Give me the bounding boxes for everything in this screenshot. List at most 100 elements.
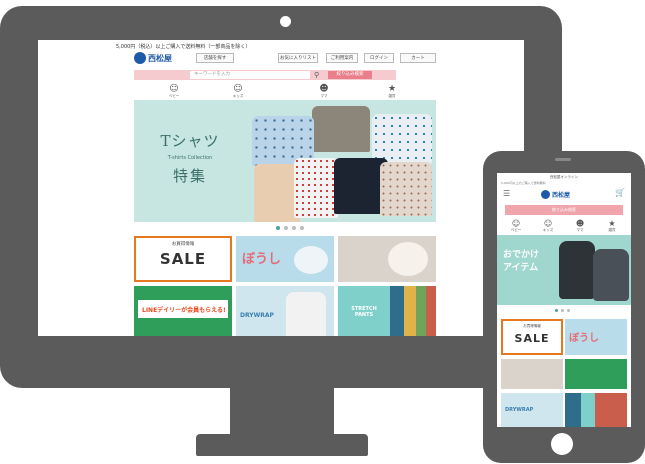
hat-tile[interactable]: ぼうし (236, 236, 334, 282)
phone-drywrap-tile[interactable]: DRYWRAP (501, 393, 563, 427)
pants-stripe (404, 286, 416, 336)
phone-header: ☰ 西松屋 🛒 (497, 187, 631, 201)
site-logo[interactable]: 西松屋 (134, 52, 172, 64)
sale-tile[interactable]: お買得情報 SALE (134, 236, 232, 282)
mama-icon: ☻ (575, 219, 585, 228)
hero-title-2: 特集 (172, 167, 207, 185)
carousel-dot[interactable] (284, 226, 288, 230)
phone-hero-text: おでかけ アイテム (503, 249, 539, 275)
login-button[interactable]: ログイン (364, 53, 394, 63)
category-kids[interactable]: ☺ キッズ (218, 84, 258, 99)
phone-sale-tile[interactable]: お買得情報 SALE (501, 319, 563, 355)
line-campaign-text: LINEデイリーが会員もらえる! (142, 307, 226, 314)
phone-home-button[interactable] (551, 433, 573, 455)
mama-icon: ☻ (319, 84, 329, 94)
phone-drywrap-label: DRYWRAP (505, 407, 534, 413)
monitor-stand-neck (230, 386, 334, 438)
carousel-dot[interactable] (292, 226, 296, 230)
phone-hat-label: ぼうし (569, 333, 599, 344)
stretch-pants-tile[interactable]: STRETCH PANTS (338, 286, 390, 336)
search-input[interactable]: キーワードを入力 (190, 71, 310, 79)
carousel-dot[interactable] (300, 226, 304, 230)
phone-logo[interactable]: 西松屋 (541, 190, 570, 199)
pants-image-tile[interactable] (390, 286, 436, 336)
category-label: ママ (576, 228, 584, 232)
hero-subtitle: T-shirts Collection (167, 155, 213, 161)
phone-pants-tile[interactable] (565, 393, 627, 427)
hat-image (294, 246, 328, 274)
logo-text: 西松屋 (148, 53, 172, 63)
line-campaign-tile[interactable]: LINEデイリーが会員もらえる! (134, 286, 232, 336)
car-seat-image (559, 241, 595, 299)
phone-search-button[interactable]: 絞り込み検索 (505, 205, 623, 215)
phone-carousel-dots (555, 309, 570, 312)
carousel-dot[interactable] (561, 309, 564, 312)
phone-category-mama[interactable]: ☻ ママ (565, 219, 595, 233)
category-goods[interactable]: ★ 雑貨 (372, 84, 412, 99)
baby-goods-image (388, 242, 428, 276)
phone-line-tile[interactable] (565, 359, 627, 389)
drywrap-tile[interactable]: DRYWRAP (236, 286, 334, 336)
pants-stripe (416, 286, 426, 336)
category-label: 雑貨 (388, 94, 396, 98)
filter-search-button[interactable]: 絞り込み検索 (328, 71, 372, 79)
category-label: ママ (320, 94, 328, 98)
category-label: ベビー (168, 94, 180, 98)
search-bar: キーワードを入力 ⚲ 絞り込み検索 (134, 70, 396, 80)
category-baby[interactable]: ☺ ベビー (154, 84, 194, 99)
hero-banner[interactable]: Tシャツ T-shirts Collection 特集 (134, 100, 436, 222)
shirt-image (312, 106, 370, 152)
sale-label: お買得情報 (523, 324, 541, 328)
goods-icon: ★ (608, 219, 616, 228)
cart-button[interactable]: カート (400, 53, 436, 63)
cart-icon[interactable]: 🛒 (615, 188, 625, 198)
shipping-notice: 5,000円（税込）以上ご購入で送料無料（一部商品を除く） (116, 44, 251, 50)
promo-tiles: お買得情報 SALE ぼうし LINEデイリーが会員もらえる! DRYWRAP … (134, 236, 436, 336)
phone-category-goods[interactable]: ★ 雑貨 (597, 219, 627, 233)
search-icon[interactable]: ⚲ (314, 70, 319, 80)
phone-screen: 西松屋オンライン 5,000円以上のご購入で送料無料 ☰ 西松屋 🛒 絞り込み検… (497, 173, 631, 427)
hero-text: Tシャツ T-shirts Collection 特集 (148, 130, 232, 186)
camera-dot (280, 16, 291, 27)
phone-hat-tile[interactable]: ぼうし (565, 319, 627, 355)
guide-button[interactable]: ご利用案内 (326, 53, 358, 63)
carousel-dots (276, 226, 304, 230)
pants-stripe (390, 286, 404, 336)
phone-speaker (555, 158, 571, 161)
sale-label: お買得情報 (171, 242, 195, 247)
phone-category-baby[interactable]: ☺ ベビー (501, 219, 531, 233)
carousel-dot[interactable] (555, 309, 558, 312)
kids-icon: ☺ (233, 84, 243, 94)
phone-logo-text: 西松屋 (552, 192, 571, 199)
line-banner: LINEデイリーが会員もらえる! (138, 300, 228, 318)
store-finder-button[interactable]: 店舗を探す (196, 53, 234, 63)
favorites-button[interactable]: お気に入りリスト (278, 53, 318, 63)
category-nav: ☺ ベビー ☺ キッズ ☻ ママ ★ 雑貨 (134, 84, 396, 98)
category-label: キッズ (542, 228, 554, 232)
hamburger-menu-icon[interactable]: ☰ (503, 189, 510, 199)
category-label: キッズ (232, 94, 244, 98)
carousel-dot[interactable] (567, 309, 570, 312)
kids-icon: ☺ (543, 219, 553, 228)
baby-goods-tile[interactable] (338, 236, 436, 282)
shirt-image (372, 114, 432, 164)
phone-category-nav: ☺ ベビー ☺ キッズ ☻ ママ ★ 雑貨 (499, 219, 629, 233)
baby-icon: ☺ (169, 84, 179, 94)
hat-tile-label: ぼうし (242, 252, 282, 267)
logo-mark-icon (541, 190, 550, 199)
phone-hero-banner[interactable]: おでかけ アイテム (497, 235, 631, 305)
drywrap-label: DRYWRAP (240, 312, 274, 319)
phone-category-kids[interactable]: ☺ キッズ (533, 219, 563, 233)
desktop-monitor: 5,000円（税込）以上ご購入で送料無料（一部商品を除く） 西松屋 店舗を探す … (0, 6, 562, 388)
smartphone: 西松屋オンライン 5,000円以上のご購入で送料無料 ☰ 西松屋 🛒 絞り込み検… (483, 151, 645, 463)
sale-heading: SALE (514, 332, 550, 345)
car-seat-image (593, 249, 629, 301)
carousel-dot[interactable] (276, 226, 280, 230)
pants-stripe (565, 393, 581, 427)
category-mama[interactable]: ☻ ママ (304, 84, 344, 99)
pants-stripe (581, 393, 595, 427)
phone-shipping-notice: 5,000円以上のご購入で送料無料 (501, 181, 546, 185)
phone-baby-goods-tile[interactable] (501, 359, 563, 389)
phone-hero-line2: アイテム (503, 263, 539, 273)
goods-icon: ★ (387, 84, 397, 94)
